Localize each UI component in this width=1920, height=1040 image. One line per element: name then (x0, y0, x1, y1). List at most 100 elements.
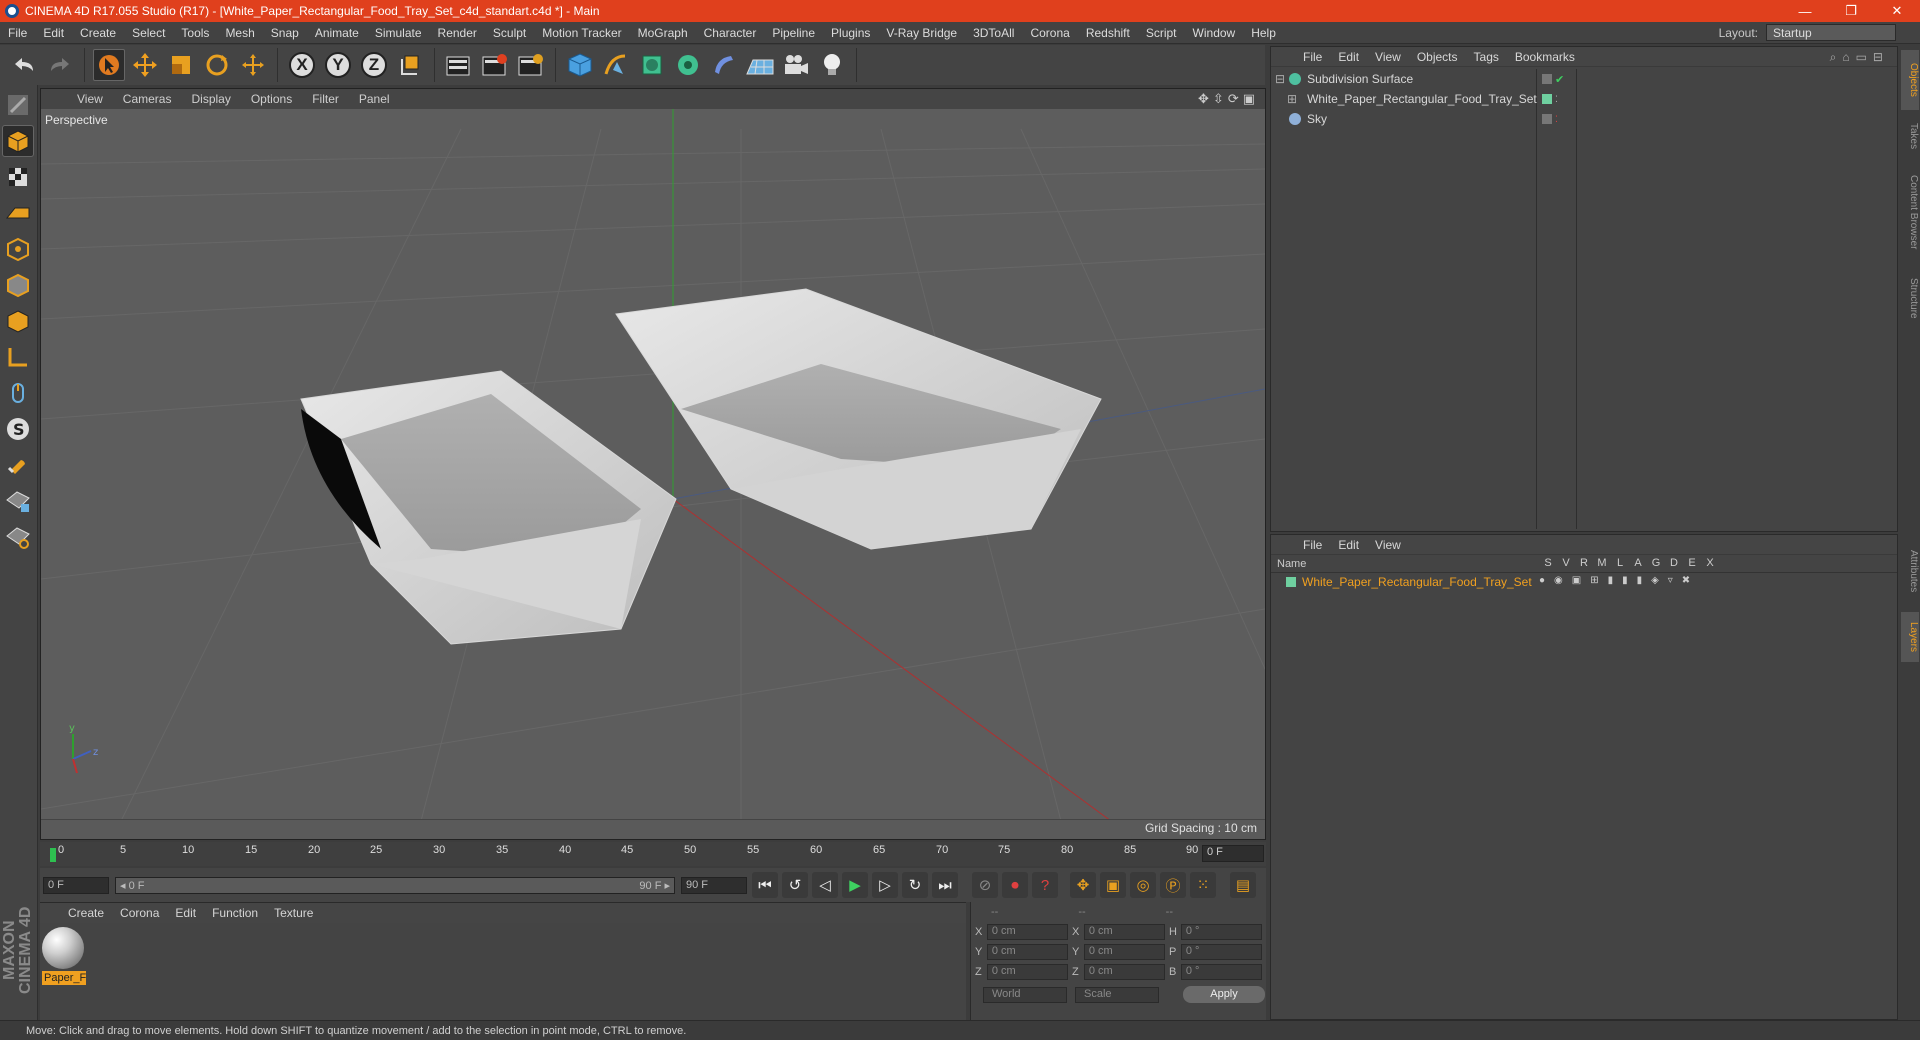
tweak-mode-icon[interactable] (2, 377, 34, 409)
y-axis-lock-icon[interactable]: Y (322, 49, 354, 81)
menu-tools[interactable]: Tools (173, 26, 217, 40)
coordinate-system-icon[interactable] (394, 49, 426, 81)
layer-color-icon[interactable] (1286, 577, 1296, 587)
record-keys-icon[interactable]: ⊘ (972, 872, 998, 898)
viewport-menu-filter[interactable]: Filter (302, 92, 349, 106)
size-mode-dropdown[interactable]: Scale (1075, 986, 1159, 1003)
tab-content-browser[interactable]: Content Browser (1901, 162, 1919, 262)
layer-tag-icon[interactable] (1542, 114, 1552, 124)
timeline-ticks[interactable]: 0 5 10 15 20 25 30 35 40 45 50 55 60 65 … (50, 842, 1200, 866)
menu-redshift[interactable]: Redshift (1078, 26, 1138, 40)
timeline-window-icon[interactable]: ▤ (1230, 872, 1256, 898)
rotation-p-field[interactable]: 0 ° (1180, 944, 1262, 960)
render-view-icon[interactable] (443, 49, 475, 81)
menu-snap[interactable]: Snap (263, 26, 307, 40)
model-mode-icon[interactable] (2, 125, 34, 157)
objects-menu-view[interactable]: View (1367, 50, 1409, 64)
material-menu-texture[interactable]: Texture (266, 906, 321, 920)
undo-icon[interactable] (8, 49, 40, 81)
key-position-icon[interactable]: ✥ (1070, 872, 1096, 898)
layer-row[interactable]: White_Paper_Rectangular_Food_Tray_Set ●◉… (1271, 573, 1897, 591)
position-z-field[interactable]: 0 cm (986, 964, 1068, 980)
snapping-icon[interactable]: S (2, 413, 34, 445)
close-button[interactable]: ✕ (1874, 3, 1920, 19)
material-menu-function[interactable]: Function (204, 906, 266, 920)
transform-icon[interactable] (237, 49, 269, 81)
menu-corona[interactable]: Corona (1022, 26, 1077, 40)
go-to-start-icon[interactable]: ⏮ (752, 872, 778, 898)
rotation-b-field[interactable]: 0 ° (1180, 964, 1262, 980)
object-row-tray-set[interactable]: ⊞ White_Paper_Rectangular_Food_Tray_Set (1271, 89, 1537, 109)
light-icon[interactable] (816, 49, 848, 81)
make-editable-icon[interactable] (2, 89, 34, 121)
tab-objects[interactable]: Objects (1901, 50, 1919, 110)
lock-workplane-icon[interactable] (2, 485, 34, 517)
key-pla-icon[interactable]: ⁙ (1190, 872, 1216, 898)
viewport-navigation-icons[interactable]: ✥⇳⟳▣ (1198, 91, 1259, 107)
collapse-icon[interactable]: ⊟ (1275, 72, 1285, 86)
object-row-sky[interactable]: Sky (1271, 109, 1536, 129)
key-rotation-icon[interactable]: ◎ (1130, 872, 1156, 898)
menu-render[interactable]: Render (430, 26, 485, 40)
viewport-menu-view[interactable]: View (67, 92, 113, 106)
material-swatch[interactable]: Paper_F (42, 927, 86, 985)
texture-mode-icon[interactable] (2, 161, 34, 193)
tab-attributes[interactable]: Attributes (1901, 536, 1919, 606)
layout-dropdown[interactable]: Startup (1766, 24, 1896, 41)
scale-icon[interactable] (165, 49, 197, 81)
expand-icon[interactable]: ⊞ (1287, 92, 1297, 106)
next-frame-icon[interactable]: ▷ (872, 872, 898, 898)
menu-file[interactable]: File (0, 26, 35, 40)
menu-sculpt[interactable]: Sculpt (485, 26, 534, 40)
layers-menu-view[interactable]: View (1367, 538, 1409, 552)
material-menu-create[interactable]: Create (60, 906, 112, 920)
move-icon[interactable] (129, 49, 161, 81)
magnet-icon[interactable] (2, 449, 34, 481)
edges-mode-icon[interactable] (2, 269, 34, 301)
object-manager-search-icon[interactable]: ⌕⌂▭⊟ (1830, 50, 1889, 65)
start-frame-field[interactable]: 0 F (43, 876, 109, 894)
layer-toggle-icons[interactable]: ●◉▣⊞▮▮▮◈▿✖ (1539, 575, 1699, 586)
visibility-dots-icon[interactable]: ⁚ (1555, 94, 1558, 105)
enabled-check-icon[interactable]: ✔ (1555, 73, 1564, 86)
menu-3dtoall[interactable]: 3DToAll (965, 26, 1022, 40)
menu-simulate[interactable]: Simulate (367, 26, 430, 40)
menu-pipeline[interactable]: Pipeline (764, 26, 823, 40)
viewport-menu-options[interactable]: Options (241, 92, 302, 106)
cube-primitive-icon[interactable] (564, 49, 596, 81)
points-mode-icon[interactable] (2, 233, 34, 265)
render-settings-icon[interactable] (515, 49, 547, 81)
menu-edit[interactable]: Edit (35, 26, 72, 40)
menu-plugins[interactable]: Plugins (823, 26, 878, 40)
position-y-field[interactable]: 0 cm (986, 944, 1068, 960)
render-picture-viewer-icon[interactable] (479, 49, 511, 81)
rotation-h-field[interactable]: 0 ° (1180, 924, 1262, 940)
select-arrow-icon[interactable] (93, 49, 125, 81)
viewport-menu-cameras[interactable]: Cameras (113, 92, 182, 106)
objects-menu-tags[interactable]: Tags (1466, 50, 1507, 64)
object-row-subdivision-surface[interactable]: ⊟ Subdivision Surface (1271, 69, 1536, 89)
menu-window[interactable]: Window (1185, 26, 1244, 40)
menu-motion-tracker[interactable]: Motion Tracker (534, 26, 629, 40)
end-frame-field[interactable]: 90 F (681, 876, 747, 894)
current-frame-field[interactable]: 0 F (1202, 845, 1264, 862)
mograph-cloner-icon[interactable] (672, 49, 704, 81)
menu-script[interactable]: Script (1138, 26, 1185, 40)
key-parameter-icon[interactable]: Ⓟ (1160, 872, 1186, 898)
menu-vray-bridge[interactable]: V-Ray Bridge (878, 26, 965, 40)
floor-environment-icon[interactable] (744, 49, 776, 81)
subdivision-surface-icon[interactable] (636, 49, 668, 81)
menu-mograph[interactable]: MoGraph (630, 26, 696, 40)
objects-menu-edit[interactable]: Edit (1330, 50, 1367, 64)
menu-select[interactable]: Select (124, 26, 173, 40)
objects-menu-objects[interactable]: Objects (1409, 50, 1466, 64)
viewport-menu-display[interactable]: Display (181, 92, 240, 106)
material-menu-edit[interactable]: Edit (167, 906, 204, 920)
autokey-icon[interactable]: ⏺ (1002, 872, 1028, 898)
key-scale-icon[interactable]: ▣ (1100, 872, 1126, 898)
camera-icon[interactable] (780, 49, 812, 81)
previous-frame-icon[interactable]: ◁ (812, 872, 838, 898)
visibility-dots-icon[interactable]: ⁚ (1555, 114, 1558, 125)
menu-character[interactable]: Character (696, 26, 765, 40)
layers-menu-file[interactable]: File (1295, 538, 1330, 552)
